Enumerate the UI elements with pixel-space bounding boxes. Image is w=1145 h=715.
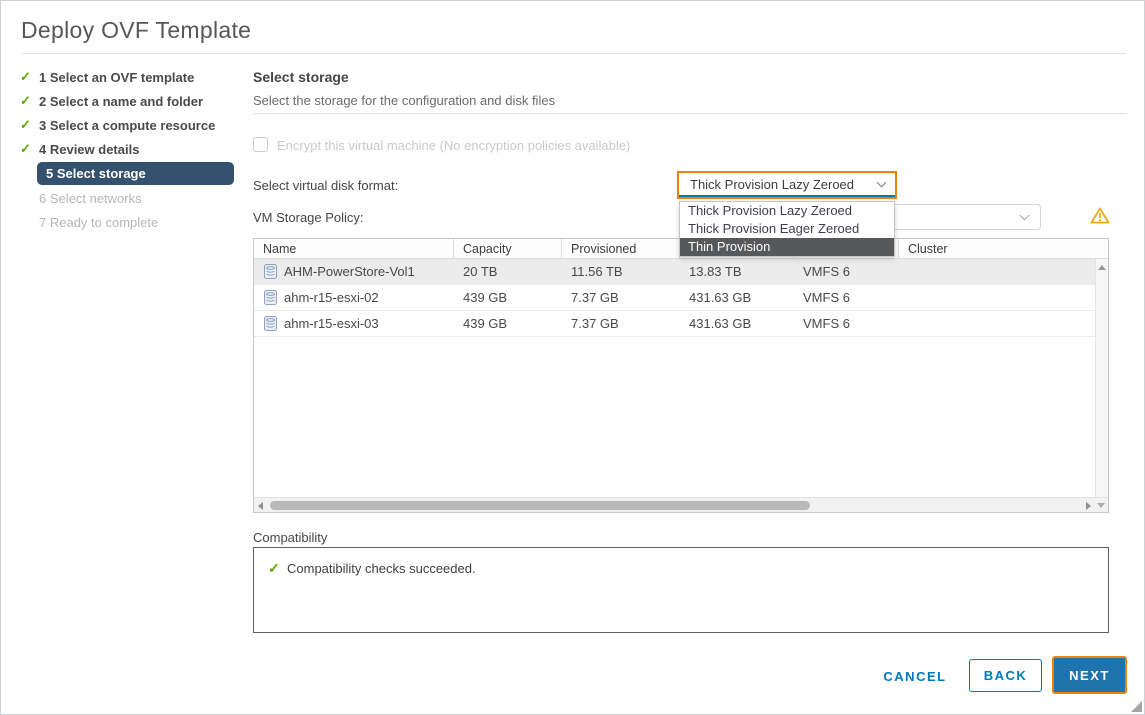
datastore-icon	[264, 290, 277, 305]
page-subheading: Select the storage for the configuration…	[253, 93, 555, 108]
cancel-button[interactable]: CANCEL	[875, 663, 955, 689]
column-header-name[interactable]: Name	[254, 239, 454, 258]
datastore-type: VMFS 6	[794, 290, 899, 305]
horizontal-scrollbar[interactable]	[254, 497, 1095, 512]
title-divider	[21, 53, 1126, 54]
step-3-select-compute-resource[interactable]: ✓ 3 Select a compute resource	[37, 113, 247, 137]
scroll-up-icon[interactable]	[1098, 265, 1106, 270]
option-thin-provision[interactable]: Thin Provision	[680, 238, 894, 256]
wizard-steps: ✓ 1 Select an OVF template ✓ 2 Select a …	[37, 65, 247, 234]
check-icon: ✓	[20, 141, 39, 157]
datastore-icon	[264, 316, 277, 331]
step-5-select-storage-active[interactable]: 5 Select storage	[37, 162, 234, 185]
step-label: 2 Select a name and folder	[39, 94, 203, 109]
datastore-provisioned: 7.37 GB	[562, 316, 680, 331]
content-divider	[253, 113, 1126, 114]
datastore-capacity: 439 GB	[454, 290, 562, 305]
disk-format-value: Thick Provision Lazy Zeroed	[690, 177, 854, 192]
compatibility-label: Compatibility	[253, 530, 327, 545]
table-row-ahm-r15-esxi-03[interactable]: ahm-r15-esxi-03 439 GB 7.37 GB 431.63 GB…	[254, 311, 1095, 337]
disk-format-label: Select virtual disk format:	[253, 178, 398, 193]
datastore-provisioned: 7.37 GB	[562, 290, 680, 305]
datastore-free: 431.63 GB	[680, 316, 794, 331]
datastore-type: VMFS 6	[794, 316, 899, 331]
datastore-provisioned: 11.56 TB	[562, 264, 680, 279]
check-icon: ✓	[20, 117, 39, 133]
step-label: 3 Select a compute resource	[39, 118, 215, 133]
encrypt-vm-label: Encrypt this virtual machine (No encrypt…	[277, 138, 630, 153]
encrypt-vm-checkbox[interactable]	[253, 137, 268, 152]
datastore-capacity: 20 TB	[454, 264, 562, 279]
datastore-table: Name Capacity Provisioned Cluster AHM-	[253, 238, 1109, 513]
column-header-provisioned[interactable]: Provisioned	[562, 239, 680, 258]
horizontal-scroll-thumb[interactable]	[270, 501, 810, 510]
step-label: 7 Ready to complete	[39, 215, 158, 230]
datastore-icon	[264, 264, 277, 279]
disk-format-dropdown-list: Thick Provision Lazy Zeroed Thick Provis…	[679, 201, 895, 257]
step-7-ready-to-complete: 7 Ready to complete	[37, 210, 247, 234]
datastore-type: VMFS 6	[794, 264, 899, 279]
column-header-cluster[interactable]: Cluster	[899, 239, 1108, 258]
chevron-down-icon	[877, 177, 887, 187]
scroll-right-icon[interactable]	[1086, 502, 1091, 510]
datastore-capacity: 439 GB	[454, 316, 562, 331]
datastore-name: ahm-r15-esxi-03	[284, 316, 379, 331]
compatibility-box: ✓ Compatibility checks succeeded.	[253, 547, 1109, 633]
datastore-name: AHM-PowerStore-Vol1	[284, 264, 415, 279]
compatibility-message: Compatibility checks succeeded.	[287, 561, 476, 576]
step-label: 5 Select storage	[46, 166, 146, 181]
step-label: 4 Review details	[39, 142, 139, 157]
step-2-select-name-folder[interactable]: ✓ 2 Select a name and folder	[37, 89, 247, 113]
step-label: 6 Select networks	[39, 191, 142, 206]
datastore-name: ahm-r15-esxi-02	[284, 290, 379, 305]
column-header-capacity[interactable]: Capacity	[454, 239, 562, 258]
deploy-ovf-dialog: Deploy OVF Template ✓ 1 Select an OVF te…	[0, 0, 1145, 715]
vertical-scrollbar[interactable]	[1095, 259, 1108, 497]
option-thick-provision-lazy-zeroed[interactable]: Thick Provision Lazy Zeroed	[680, 202, 894, 220]
chevron-down-icon	[1020, 210, 1030, 220]
table-row-ahm-r15-esxi-02[interactable]: ahm-r15-esxi-02 439 GB 7.37 GB 431.63 GB…	[254, 285, 1095, 311]
page-heading: Select storage	[253, 69, 349, 85]
datastore-free: 431.63 GB	[680, 290, 794, 305]
scrollbar-corner	[1095, 497, 1108, 512]
page-title: Deploy OVF Template	[21, 17, 251, 44]
focus-underline	[679, 195, 895, 197]
back-button[interactable]: BACK	[969, 659, 1042, 692]
check-icon: ✓	[20, 93, 39, 109]
scroll-down-icon[interactable]	[1097, 503, 1105, 508]
success-check-icon: ✓	[268, 560, 280, 577]
datastore-table-body: AHM-PowerStore-Vol1 20 TB 11.56 TB 13.83…	[254, 259, 1095, 497]
scroll-left-icon[interactable]	[258, 502, 263, 510]
step-1-select-ovf-template[interactable]: ✓ 1 Select an OVF template	[37, 65, 247, 89]
step-6-select-networks: 6 Select networks	[37, 186, 247, 210]
resize-handle[interactable]	[1131, 701, 1142, 712]
vm-storage-policy-label: VM Storage Policy:	[253, 210, 364, 225]
disk-format-select[interactable]: Thick Provision Lazy Zeroed	[677, 171, 897, 199]
step-label: 1 Select an OVF template	[39, 70, 194, 85]
option-thick-provision-eager-zeroed[interactable]: Thick Provision Eager Zeroed	[680, 220, 894, 238]
table-row-ahm-powerstore-vol1[interactable]: AHM-PowerStore-Vol1 20 TB 11.56 TB 13.83…	[254, 259, 1095, 285]
warning-icon	[1090, 206, 1110, 230]
next-button[interactable]: NEXT	[1052, 656, 1127, 694]
check-icon: ✓	[20, 69, 39, 85]
step-4-review-details[interactable]: ✓ 4 Review details	[37, 137, 247, 161]
datastore-free: 13.83 TB	[680, 264, 794, 279]
